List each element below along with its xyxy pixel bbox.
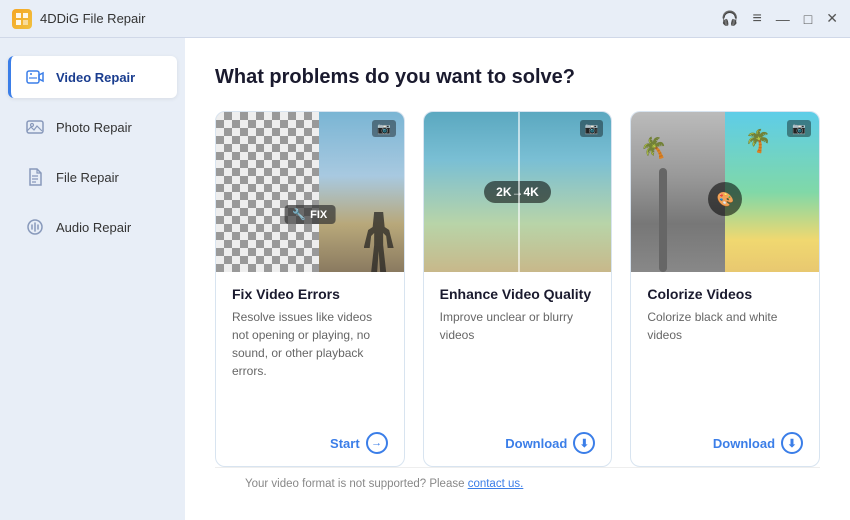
colorize-download-icon: ⬇ [781,432,803,454]
sidebar-item-video-repair[interactable]: Video Repair [8,56,177,98]
title-bar: 4DDiG File Repair 🎧 ≡ — □ ✕ [0,0,850,38]
card-colorize-content: Colorize Videos Colorize black and white… [631,272,819,466]
colorize-download-button[interactable]: Download ⬇ [713,432,803,454]
sidebar-item-file-repair-label: File Repair [56,170,119,185]
headphone-icon[interactable]: 🎧 [721,10,738,27]
card-fix-image: 🔧 FIX 📷 [216,112,404,272]
content-area: What problems do you want to solve? 🔧 FI… [185,38,850,520]
sidebar-item-photo-repair-label: Photo Repair [56,120,132,135]
photo-repair-icon [24,116,46,138]
page-title: What problems do you want to solve? [215,66,820,89]
card-colorize-title: Colorize Videos [647,286,803,302]
app-title: 4DDiG File Repair [40,11,721,26]
card-colorize-desc: Colorize black and white videos [647,308,803,422]
card-fix-desc: Resolve issues like videos not opening o… [232,308,388,422]
enhance-camera-badge: 📷 [580,120,604,137]
app-logo [12,9,32,29]
fix-overlay-badge: 🔧 FIX [284,205,335,224]
sidebar-item-audio-repair[interactable]: Audio Repair [8,206,177,248]
minimize-icon[interactable]: — [776,11,790,27]
file-repair-icon [24,166,46,188]
card-fix-content: Fix Video Errors Resolve issues like vid… [216,272,404,466]
sidebar-item-audio-repair-label: Audio Repair [56,220,131,235]
window-controls: 🎧 ≡ — □ ✕ [721,10,838,28]
start-label: Start [330,436,360,451]
card-fix-video-errors: 🔧 FIX 📷 Fix Video Errors Resolve issues … [215,111,405,467]
card-colorize-videos: 🌴 🌴 🎨 📷 Colorize Videos Colorize black a… [630,111,820,467]
card-enhance-image: 2K→4K 📷 [424,112,612,272]
palm-fronds-color: 🌴 [742,126,774,156]
card-enhance-desc: Improve unclear or blurry videos [440,308,596,422]
colorize-download-label: Download [713,436,775,451]
wrench-icon: 🔧 [292,208,306,221]
video-repair-icon [24,66,46,88]
person-silhouette [364,212,394,272]
card-colorize-action: Download ⬇ [647,432,803,454]
card-fix-title: Fix Video Errors [232,286,388,302]
card-fix-action: Start → [232,432,388,454]
close-icon[interactable]: ✕ [826,10,838,27]
sidebar-item-photo-repair[interactable]: Photo Repair [8,106,177,148]
palm-trunk-gray [659,168,667,272]
enhance-download-button[interactable]: Download ⬇ [505,432,595,454]
audio-repair-icon [24,216,46,238]
footer-text: Your video format is not supported? Plea… [245,478,468,490]
divider-line [518,112,520,272]
card-enhance-title: Enhance Video Quality [440,286,596,302]
contact-us-link[interactable]: contact us. [468,478,524,490]
footer: Your video format is not supported? Plea… [215,467,820,500]
card-colorize-image: 🌴 🌴 🎨 📷 [631,112,819,272]
sidebar-item-file-repair[interactable]: File Repair [8,156,177,198]
sidebar-item-video-repair-label: Video Repair [56,70,135,85]
enhance-download-label: Download [505,436,567,451]
maximize-icon[interactable]: □ [804,11,812,27]
sidebar: Video Repair Photo Repair File Repai [0,38,185,520]
enhance-download-icon: ⬇ [573,432,595,454]
colorize-camera-badge: 📷 [787,120,811,137]
menu-icon[interactable]: ≡ [752,10,761,28]
start-arrow-icon: → [366,432,388,454]
palette-icon: 🎨 [716,191,733,208]
card-enhance-action: Download ⬇ [440,432,596,454]
camera-icon-badge: 📷 [372,120,396,137]
cards-grid: 🔧 FIX 📷 Fix Video Errors Resolve issues … [215,111,820,467]
start-button[interactable]: Start → [330,432,388,454]
card-enhance-video: 2K→4K 📷 Enhance Video Quality Improve un… [423,111,613,467]
checkerboard-bg [216,112,319,272]
card-enhance-content: Enhance Video Quality Improve unclear or… [424,272,612,466]
colorize-badge: 🎨 [708,182,742,216]
palm-fronds-gray: 🌴 [637,132,672,166]
